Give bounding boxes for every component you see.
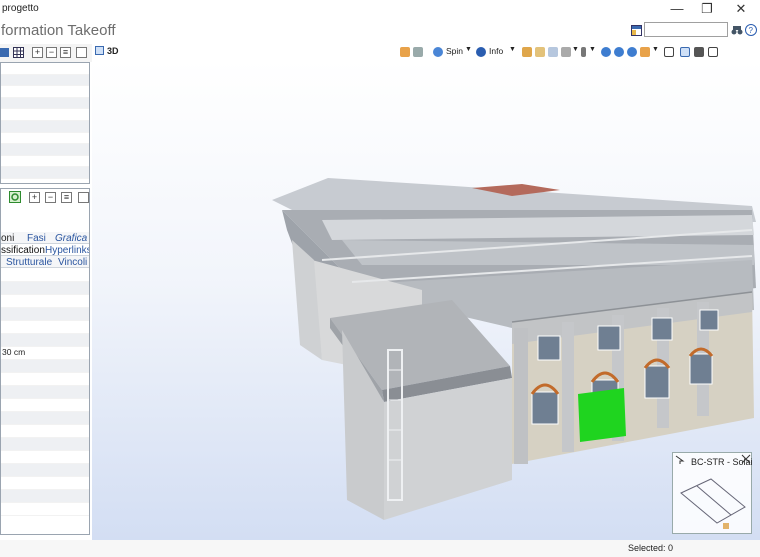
maximize-panel-icon[interactable] — [76, 47, 87, 58]
spin-button[interactable]: Spin — [446, 46, 463, 58]
window-titlebar: progetto — ❐ ✕ — [0, 0, 760, 18]
tab-classification[interactable]: ssification — [1, 245, 45, 256]
layers-icon[interactable] — [694, 47, 704, 57]
redo-icon[interactable] — [413, 47, 423, 57]
tree-panel-toolbar: + − ≡ — [0, 44, 92, 62]
app-header: formation Takeoff ? — [0, 20, 760, 44]
spin-icon[interactable] — [433, 47, 443, 57]
minimap-plan — [680, 478, 746, 529]
panel-restore-icon[interactable] — [78, 192, 89, 203]
expand-all-icon[interactable]: + — [29, 192, 40, 203]
help-icon[interactable]: ? — [745, 24, 757, 36]
svg-text:?: ? — [749, 26, 754, 35]
properties-panel: + − ≡ oni Fasi Grafica ssification Hyper… — [0, 188, 90, 535]
zoom-in-icon[interactable] — [614, 47, 624, 57]
close-button[interactable]: ✕ — [726, 0, 756, 18]
property-value[interactable]: 30 cm — [1, 347, 89, 360]
list-icon[interactable]: ≡ — [60, 47, 71, 58]
selection-count: Selected: 0 — [628, 543, 674, 553]
tab-fasi[interactable]: Fasi — [27, 233, 46, 244]
hide-icon[interactable] — [548, 47, 558, 57]
binoculars-icon[interactable] — [731, 24, 743, 36]
section-box-icon[interactable] — [535, 47, 545, 57]
3d-viewport[interactable] — [92, 60, 760, 540]
restore-view-icon[interactable] — [708, 47, 718, 57]
clip-dropdown-icon[interactable]: ▼ — [589, 46, 596, 58]
building-model[interactable] — [92, 60, 760, 540]
minimap-close-icon[interactable] — [741, 454, 751, 464]
properties-grid: 30 cm — [1, 269, 89, 516]
clip-icon[interactable] — [581, 47, 586, 57]
pan-icon[interactable] — [640, 47, 650, 57]
tab-strutturale[interactable]: Strutturale — [6, 257, 52, 268]
status-bar: Selected: 0 — [0, 540, 760, 557]
info-button[interactable]: Info — [489, 46, 503, 58]
properties-tabs-row2: ssification Hyperlinks — [1, 244, 89, 256]
select-box-icon[interactable] — [522, 47, 532, 57]
zoom-fit-icon[interactable] — [601, 47, 611, 57]
search-input[interactable] — [644, 22, 728, 37]
properties-tabs-row1: oni Fasi Grafica — [1, 232, 89, 244]
measure-dropdown-icon[interactable]: ▼ — [572, 46, 579, 58]
navigation-toolbar: Spin ▼ Info ▼ ▼ ▼ ▼ — [396, 44, 760, 60]
minimap-pin-icon — [675, 455, 685, 464]
workspace-icon[interactable] — [631, 25, 642, 36]
tab-vincoli[interactable]: Vincoli — [58, 257, 87, 268]
collapse-all-icon[interactable]: − — [45, 192, 56, 203]
tab-hyperlinks[interactable]: Hyperlinks — [45, 245, 89, 256]
info-dropdown-icon[interactable]: ▼ — [509, 46, 516, 58]
collapse-icon[interactable]: − — [46, 47, 57, 58]
properties-tabs-row3: Strutturale Vincoli — [1, 256, 89, 268]
model-tree-panel — [0, 62, 90, 184]
undo-icon[interactable] — [400, 47, 410, 57]
window-title: progetto — [2, 3, 39, 14]
list-view-icon[interactable]: ≡ — [61, 192, 72, 203]
tab-oni[interactable]: oni — [1, 233, 14, 244]
app-title: formation Takeoff — [1, 22, 116, 39]
pan-dropdown-icon[interactable]: ▼ — [652, 46, 659, 58]
maximize-button[interactable]: ❐ — [692, 0, 722, 18]
properties-refresh-icon[interactable] — [9, 191, 21, 203]
view-cube-icon — [95, 46, 104, 55]
spin-dropdown-icon[interactable]: ▼ — [465, 46, 472, 58]
tab-grafica[interactable]: Grafica — [55, 233, 87, 244]
tree-view-icon[interactable] — [0, 47, 10, 58]
view-label: 3D — [95, 46, 119, 56]
grid-icon[interactable] — [13, 47, 24, 58]
views-icon[interactable] — [680, 47, 690, 57]
minimize-button[interactable]: — — [662, 0, 692, 18]
measure-icon[interactable] — [561, 47, 571, 57]
zoom-out-icon[interactable] — [627, 47, 637, 57]
expand-icon[interactable]: + — [32, 47, 43, 58]
minimap[interactable]: BC-STR - Solai — [672, 452, 753, 534]
perspective-icon[interactable] — [664, 47, 674, 57]
info-icon[interactable] — [476, 47, 486, 57]
